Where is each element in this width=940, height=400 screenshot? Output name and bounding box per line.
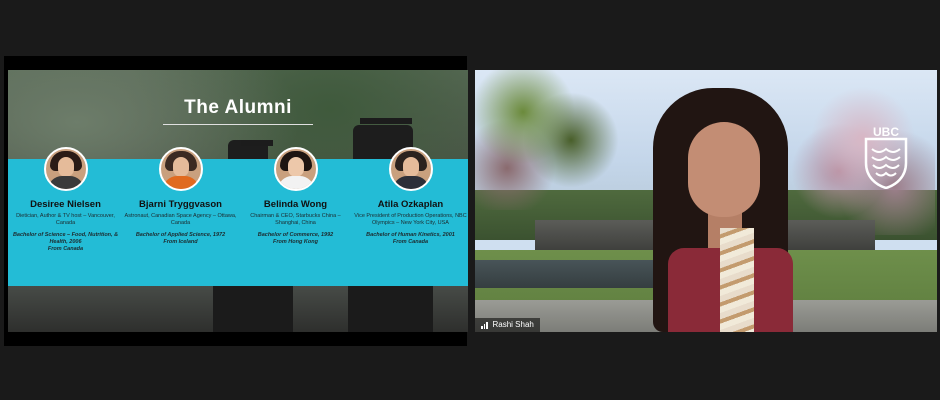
avatar [43, 147, 88, 191]
graduate-gown [348, 286, 433, 332]
slide-title: The Alumni [184, 97, 292, 118]
alumni-name: Atila Ozkaplan [377, 199, 444, 210]
alumni-degree: Bachelor of Commerce, 1992 [257, 232, 334, 238]
alumni-name: Desiree Nielsen [30, 199, 101, 210]
alumni-role: Chairman & CEO, Starbucks China – Shangh… [250, 213, 341, 226]
title-underline [163, 124, 313, 125]
alumni-name: Bjarni Tryggvason [139, 199, 222, 210]
alumni-card: Belinda Wong Chairman & CEO, Starbucks C… [238, 147, 353, 246]
participant-name-tag: Rashi Shah [475, 318, 540, 332]
alumni-card: Atila Ozkaplan Vice President of Product… [353, 147, 468, 246]
alumni-degree: Bachelor of Applied Science, 1972 [135, 232, 226, 238]
ubc-logo: UBC [864, 125, 908, 189]
avatar [273, 147, 318, 191]
alumni-role: Astronaut, Canadian Space Agency – Ottaw… [124, 213, 237, 226]
avatar [388, 147, 433, 191]
alumni-degree: Bachelor of Science – Food, Nutrition, &… [12, 232, 119, 245]
shared-screen-tile[interactable]: The Alumni Desiree Nielsen Dietician, Au… [4, 56, 468, 346]
participant-name: Rashi Shah [492, 320, 534, 329]
signal-bars-icon [481, 321, 488, 329]
alumni-degree: Bachelor of Human Kinetics, 2001 [366, 232, 455, 238]
graduate-cap [241, 140, 273, 146]
alumni-card: Bjarni Tryggvason Astronaut, Canadian Sp… [123, 147, 238, 246]
participant-video-tile[interactable]: UBC [475, 70, 937, 332]
alumni-origin: From Iceland [163, 239, 198, 245]
alumni-role: Vice President of Production Operations,… [354, 213, 467, 226]
svg-text:UBC: UBC [873, 125, 899, 139]
alumni-origin: From Canada [47, 246, 84, 252]
alumni-origin: From Canada [392, 239, 429, 245]
graduate-gown [213, 286, 293, 332]
alumni-origin: From Hong Kong [273, 239, 318, 245]
alumni-role: Dietician, Author & TV host – Vancouver,… [16, 213, 115, 226]
avatar [158, 147, 203, 191]
participant-person [590, 88, 865, 332]
alumni-name: Belinda Wong [263, 199, 328, 210]
presentation-slide: The Alumni Desiree Nielsen Dietician, Au… [8, 70, 468, 332]
alumni-card: Desiree Nielsen Dietician, Author & TV h… [8, 147, 123, 253]
